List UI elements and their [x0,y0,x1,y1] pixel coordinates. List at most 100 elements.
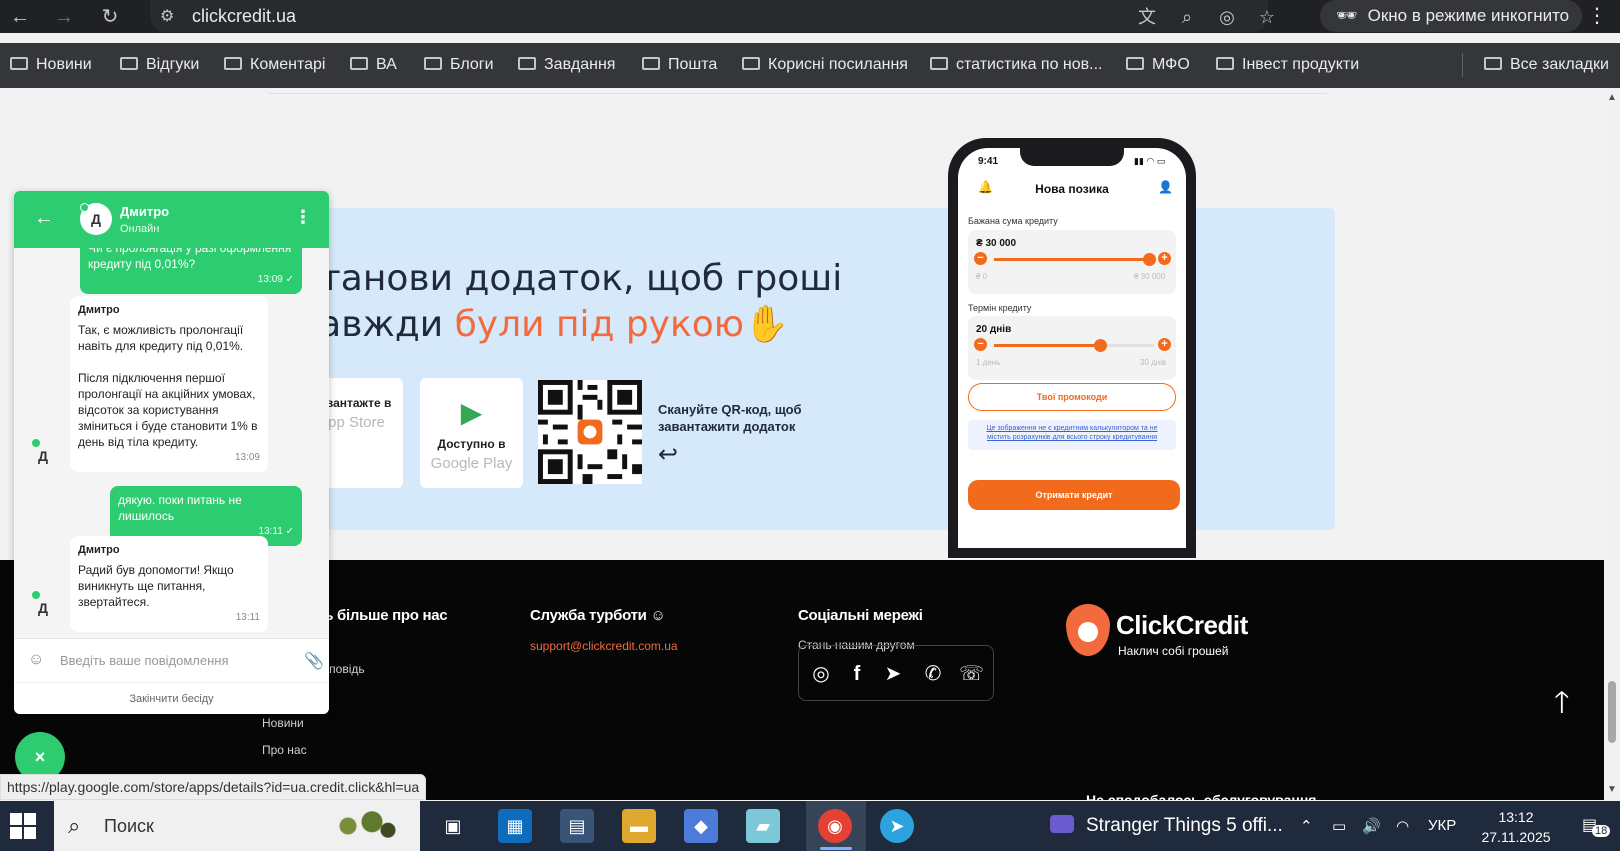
plus-icon[interactable]: + [1158,252,1171,265]
chevron-up-icon[interactable]: ⌃ [1300,817,1313,835]
bookmark-blogs[interactable]: Блоги [424,53,494,77]
promo-codes-button[interactable]: Твої промокоди [968,383,1176,411]
folder-icon [642,57,660,70]
bookmark-label: Коментарі [250,56,326,73]
scroll-down-icon[interactable]: ▼ [1607,784,1617,795]
calculator-icon[interactable]: ▤ [560,809,594,843]
plus-icon[interactable]: + [1158,338,1171,351]
bookmark-label: Інвест продукти [1242,56,1360,73]
gplay-small-label: Доступно в [437,437,506,451]
more-options-icon[interactable]: ⋮ [294,207,312,228]
back-icon[interactable]: ← [6,4,34,30]
bookmark-mail[interactable]: Пошта [642,53,717,77]
eye-off-icon[interactable]: ◎ [1214,4,1240,30]
volume-icon[interactable]: 🔊 [1362,817,1381,835]
bookmark-label: Новини [36,56,92,73]
term-slider[interactable] [994,339,1154,352]
google-play-icon: ▶ [460,397,483,428]
media-widget[interactable]: Stranger Things 5 offi... [1050,815,1283,837]
footer-social-title: Соціальні мережі [798,607,923,624]
store-icon[interactable]: ▦ [498,809,532,843]
attach-icon[interactable]: 📎 [304,651,324,671]
qr-code [538,380,642,484]
scroll-up-icon[interactable]: ▲ [1607,92,1617,103]
active-indicator [820,847,852,850]
support-agent-icon: ☺ [650,607,666,624]
notifications-icon[interactable]: ▤ 18 [1582,815,1611,837]
site-settings-icon[interactable]: ⚙ [160,6,174,26]
get-credit-button[interactable]: Отримати кредит [968,480,1180,510]
scrollbar-thumb[interactable] [1608,681,1616,743]
bookmark-label: Пошта [668,56,718,73]
message-text: Після підключення першої пролонгації на … [78,371,258,449]
chat-input-area: ☺ Введіть ваше повідомлення 📎 [14,638,329,682]
support-email-link[interactable]: support@clickcredit.com.ua [530,639,678,653]
incognito-label: Окно в режиме инкогнито [1367,6,1570,25]
wifi-icon[interactable]: ◠ [1396,817,1409,835]
bookmark-all[interactable]: Все закладки [1484,53,1609,77]
address-url[interactable]: clickcredit.ua [192,6,296,27]
menu-dots-icon[interactable]: ⋮ [1586,3,1608,28]
bookmark-mfo[interactable]: МФО [1126,53,1190,77]
windows-start-icon[interactable] [10,813,36,839]
telegram-icon[interactable]: ➤ [881,662,905,686]
term-slider-knob[interactable] [1094,339,1107,352]
zoom-icon[interactable]: ⌕ [1174,4,1200,30]
bookmark-tasks[interactable]: Завдання [518,53,615,77]
bookmark-useful-links[interactable]: Корисні посилання [742,53,908,77]
clock-date: 27.11.2025 [1481,829,1551,845]
end-chat-button[interactable]: Закінчити бесіду [14,682,329,714]
footer-link-news[interactable]: Новини [262,716,304,730]
taskbar-search[interactable]: ⌕ Поиск [54,801,420,851]
language-indicator[interactable]: УКР [1428,817,1456,834]
amount-slider-knob[interactable] [1143,253,1156,266]
agent-name: Дмитро [120,204,170,219]
star-icon[interactable]: ☆ [1254,4,1280,30]
file-explorer-icon[interactable]: ▬ [622,809,656,843]
bookmark-label: ВА [376,56,397,73]
incognito-indicator[interactable]: 🕶 Окно в режиме инкогнито [1320,0,1582,32]
bookmark-invest[interactable]: Інвест продукти [1216,53,1359,77]
forward-icon[interactable]: → [50,4,78,30]
viber-icon[interactable]: ✆ [921,662,945,686]
telegram-icon[interactable]: ➤ [880,809,914,843]
whatsapp-icon[interactable]: ☏ [959,662,984,686]
notes-icon[interactable]: ▰ [746,809,780,843]
folder-icon [1126,57,1144,70]
minus-icon[interactable]: − [974,338,987,351]
minus-icon[interactable]: − [974,252,987,265]
chrome-icon[interactable]: ◉ [818,809,852,843]
search-icon: ⌕ [68,813,81,838]
system-clock[interactable]: 13:12 27.11.2025 [1476,807,1556,847]
chat-messages: Чи є пролонгація у разі оформлення креди… [14,248,329,638]
bookmark-statistics[interactable]: статистика по нов... [930,53,1103,77]
page-scrollbar[interactable]: ▲ ▼ [1604,88,1620,800]
bookmark-label: Блоги [450,56,494,73]
bookmark-reviews[interactable]: Відгуки [120,53,199,77]
translate-icon[interactable]: 文 [1134,4,1160,30]
battery-icon[interactable]: ▭ [1332,817,1346,835]
emoji-icon[interactable]: ☺ [28,651,44,669]
address-bar[interactable]: ⚙ clickcredit.ua [150,0,1268,32]
amount-slider[interactable] [994,253,1156,266]
bookmark-news[interactable]: Новини [10,53,92,77]
message-input[interactable]: Введіть ваше повідомлення [60,653,228,668]
bookmark-va[interactable]: ВА [350,53,397,77]
message-author: Дмитро [78,544,120,556]
amount-value: ₴ 30 000 [976,238,1017,249]
facebook-icon[interactable]: f [845,662,869,686]
amount-slider-fill [994,258,1149,261]
bookmark-comments[interactable]: Коментарі [224,53,325,77]
google-play-button[interactable]: ▶ Доступно в Google Play [420,378,523,488]
footer-link-about[interactable]: Про нас [262,743,307,757]
reload-icon[interactable]: ↻ [96,4,124,30]
copilot-icon[interactable]: ◆ [684,809,718,843]
instagram-icon[interactable]: ◎ [809,662,833,686]
back-arrow-icon[interactable]: ← [34,207,54,230]
message-avatar: Д [32,439,48,464]
folder-icon [424,57,442,70]
task-view-icon[interactable]: ▣ [436,809,470,843]
scroll-top-icon[interactable]: 🡑 [1554,680,1570,731]
bookmark-label: статистика по нов... [956,56,1103,73]
clickcredit-logo-icon [1066,604,1110,656]
